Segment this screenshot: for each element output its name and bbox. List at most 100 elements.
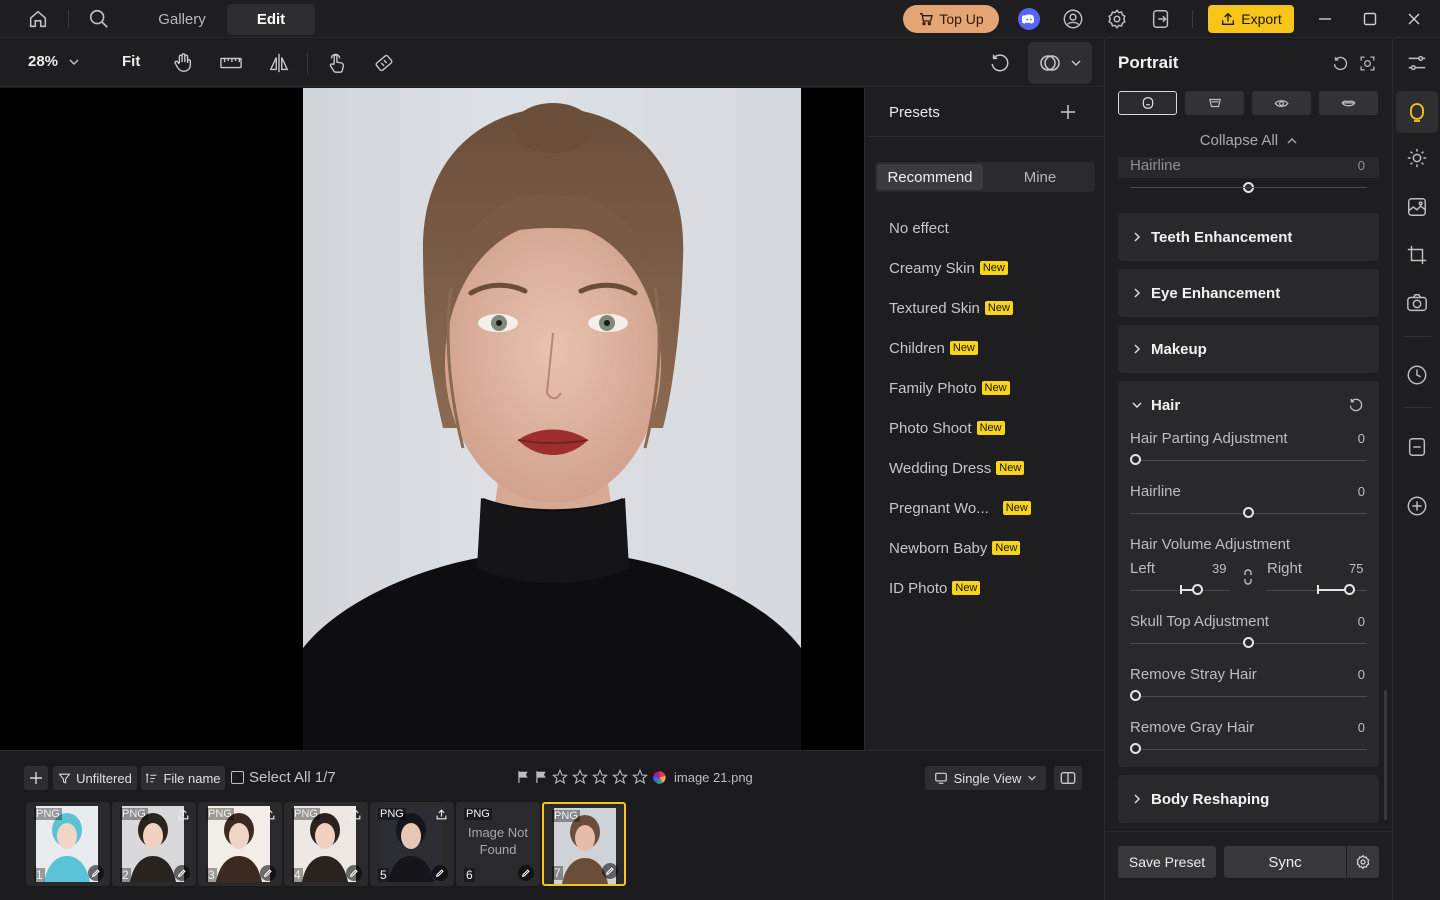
star-icon[interactable] [552,769,568,785]
collapse-all-button[interactable]: Collapse All [1105,132,1393,149]
star-icon[interactable] [572,769,588,785]
discord-icon[interactable] [1018,8,1040,30]
top-up-button[interactable]: Top Up [903,5,999,33]
thumbnail[interactable]: PNG 5 [370,802,454,886]
stray-hair-knob[interactable] [1130,690,1141,701]
compare-button[interactable] [1028,42,1092,84]
eraser-icon[interactable] [371,50,397,76]
add-image-button[interactable] [24,766,48,790]
history-icon[interactable] [1403,361,1431,389]
touch-icon[interactable] [323,50,349,76]
portrait-tool-icon[interactable] [1396,91,1438,133]
search-icon[interactable] [86,6,112,32]
thumbnail[interactable]: PNG 4 [284,802,368,886]
fit-button[interactable]: Fit [122,53,140,70]
edit-icon[interactable] [518,865,534,881]
preset-item[interactable]: Family Photo New [889,378,1010,398]
maximize-icon[interactable] [1359,8,1381,30]
save-preset-button[interactable]: Save Preset [1118,846,1216,878]
upload-icon[interactable] [435,808,448,821]
export-button[interactable]: Export [1208,5,1294,33]
light-icon[interactable] [1403,144,1431,172]
body-reshaping-section[interactable]: Body Reshaping [1118,775,1379,823]
skull-top-knob[interactable] [1243,637,1254,648]
close-icon[interactable] [1403,8,1425,30]
hand-icon[interactable] [170,50,196,76]
edit-icon[interactable] [432,865,448,881]
upload-icon[interactable] [349,808,362,821]
teeth-enhancement-section[interactable]: Teeth Enhancement [1118,213,1379,261]
tab-mine[interactable]: Mine [987,164,1093,190]
tab-gallery[interactable]: Gallery [140,4,224,35]
face-tab-lips[interactable] [1319,91,1378,115]
reset-icon[interactable] [1330,53,1350,73]
minimize-icon[interactable] [1314,8,1336,30]
gray-hair-slider[interactable] [1130,749,1367,750]
sign-out-icon[interactable] [1148,6,1174,32]
makeup-section[interactable]: Makeup [1118,325,1379,373]
flip-icon[interactable] [266,50,292,76]
preset-item[interactable]: ID Photo New [889,578,981,598]
image-canvas[interactable] [0,88,864,750]
hair-parting-slider[interactable] [1130,460,1367,461]
face-tab-face[interactable] [1118,91,1177,115]
add-tool-icon[interactable] [1403,492,1431,520]
eye-enhancement-section[interactable]: Eye Enhancement [1118,269,1379,317]
stray-hair-slider[interactable] [1130,696,1367,697]
edit-icon[interactable] [602,863,618,879]
preset-item[interactable]: Photo Shoot New [889,418,1005,438]
select-all-checkbox[interactable]: Select All 1/7 [231,769,336,786]
sync-button[interactable]: Sync [1224,846,1346,878]
face-tab-mouth[interactable] [1185,91,1244,115]
ruler-icon[interactable] [218,50,244,76]
home-icon[interactable] [25,6,51,32]
crop-icon[interactable] [1403,241,1431,269]
reset-hair-icon[interactable] [1348,397,1364,413]
edit-icon[interactable] [260,865,276,881]
panel-scrollbar[interactable] [1384,690,1387,820]
thumbnail[interactable]: PNG 7 [542,802,626,886]
hair-volume-left-knob[interactable] [1192,584,1203,595]
preset-item[interactable]: Creamy Skin New [889,258,1008,278]
tab-edit[interactable]: Edit [227,4,315,35]
hairline-knob[interactable] [1243,507,1254,518]
preset-item[interactable]: Newborn Baby New [889,538,1021,558]
reject-flag-icon[interactable] [534,770,548,784]
link-icon[interactable] [1242,569,1254,585]
settings-icon[interactable] [1104,6,1130,32]
sync-settings-icon[interactable] [1347,846,1379,878]
gray-hair-knob[interactable] [1130,743,1141,754]
hair-parting-knob[interactable] [1130,454,1141,465]
edit-icon[interactable] [346,865,362,881]
thumbnail[interactable]: PNG 1 [26,802,110,886]
thumbnail[interactable]: PNG 2 [112,802,196,886]
color-label-icon[interactable] [652,770,667,785]
zoom-dropdown[interactable]: 28% [28,53,80,70]
edit-icon[interactable] [174,865,190,881]
preset-item[interactable]: Pregnant Wo... New [889,498,1031,518]
filter-button[interactable]: Unfiltered [53,766,137,790]
star-icon[interactable] [632,769,648,785]
face-detect-icon[interactable] [1357,53,1377,73]
split-view-icon[interactable] [1054,766,1082,790]
preset-item[interactable]: Children New [889,338,978,358]
upload-icon[interactable] [263,808,276,821]
preset-item[interactable]: Textured Skin New [889,298,1013,318]
preset-item[interactable]: No effect [889,218,949,238]
face-tab-eye[interactable] [1252,91,1311,115]
account-icon[interactable] [1060,6,1086,32]
preset-item[interactable]: Wedding Dress New [889,458,1025,478]
edit-icon[interactable] [88,865,104,881]
adjust-icon[interactable] [1403,49,1431,77]
hair-volume-right-knob[interactable] [1344,584,1355,595]
undo-icon[interactable] [987,50,1013,76]
thumbnail[interactable]: Image Not Found PNG 6 [456,802,540,886]
thumbnail[interactable]: PNG 3 [198,802,282,886]
tab-recommend[interactable]: Recommend [877,164,983,190]
image-edit-icon[interactable] [1403,193,1431,221]
slider-track[interactable] [1130,187,1367,188]
view-mode-dropdown[interactable]: Single View [925,766,1046,790]
camera-icon[interactable] [1403,289,1431,317]
star-icon[interactable] [592,769,608,785]
star-icon[interactable] [612,769,628,785]
